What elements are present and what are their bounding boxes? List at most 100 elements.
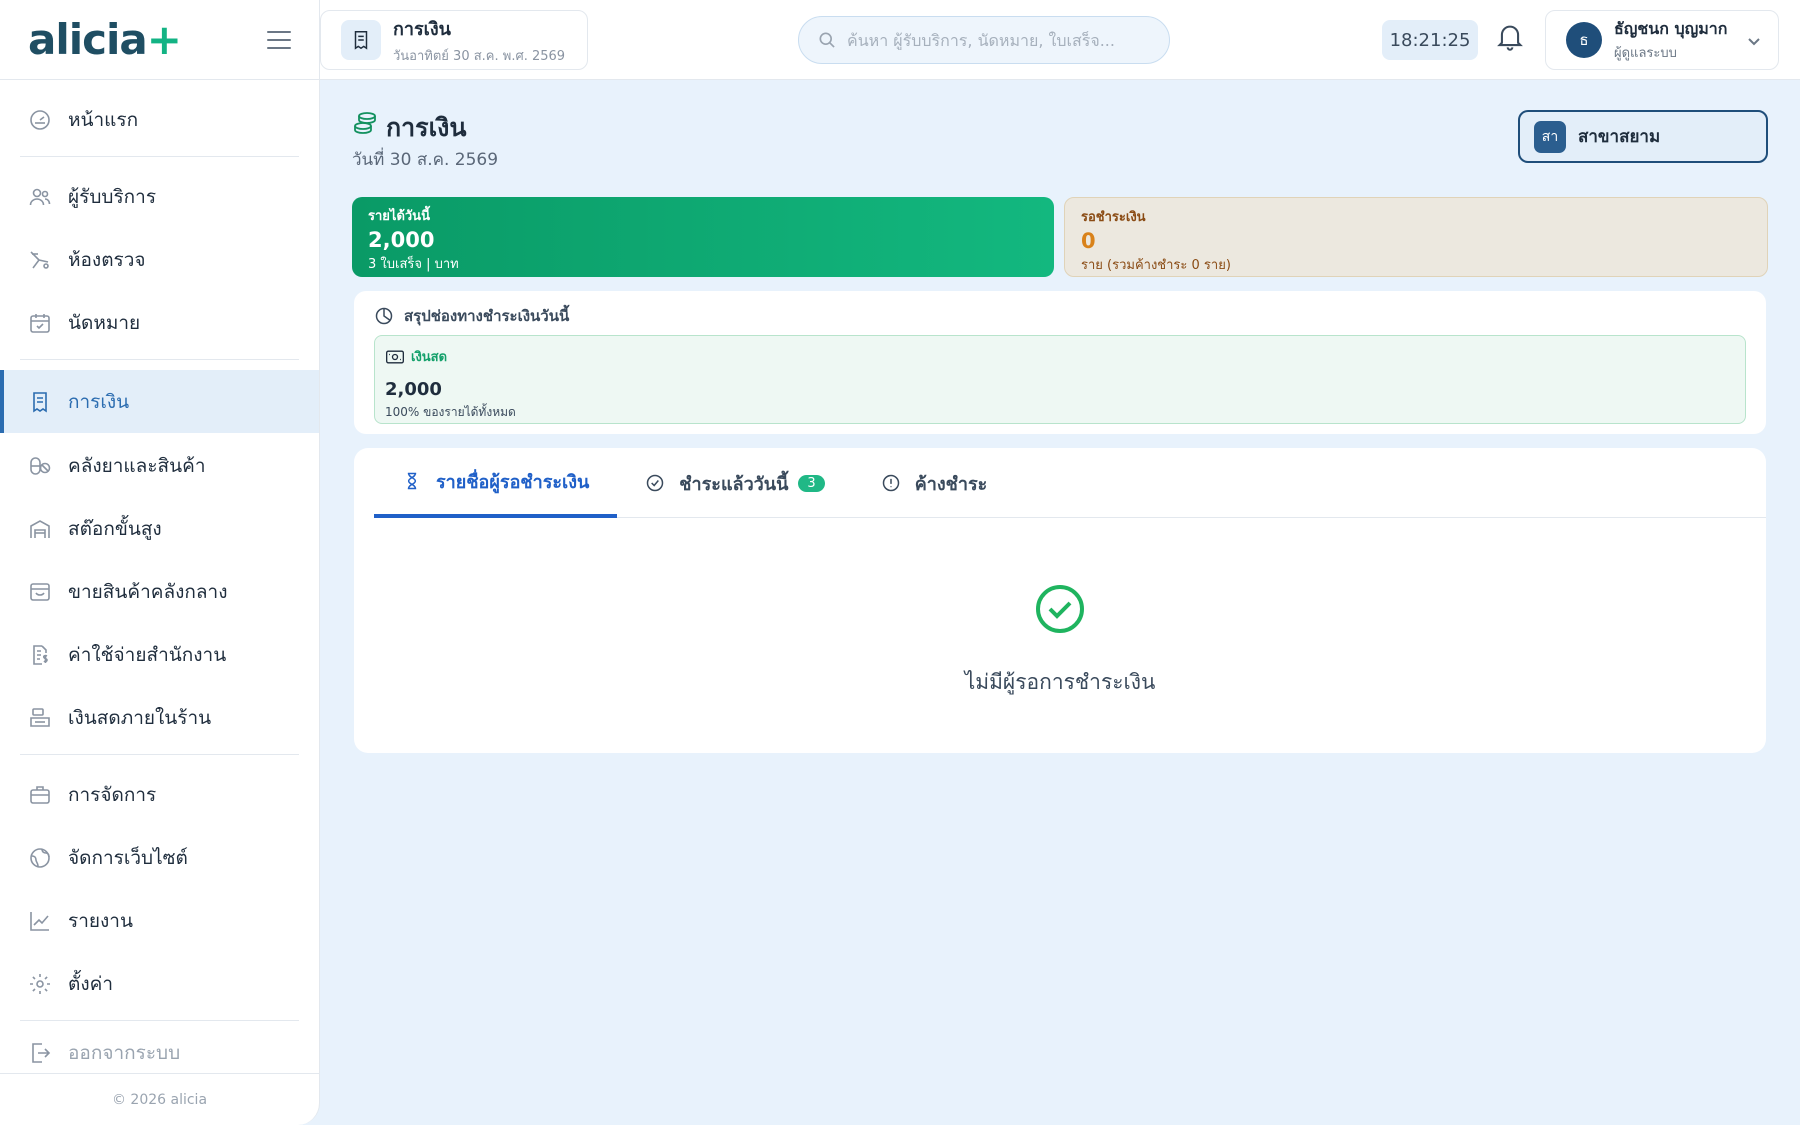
sidebar-item-label: การจัดการ [68, 784, 157, 806]
payment-tabs-card: รายชื่อผู้รอชำระเงิน ชำระแล้ววันนี้ 3 ค้… [354, 448, 1766, 753]
divider [20, 754, 299, 755]
sidebar-item-home[interactable]: หน้าแรก [0, 90, 319, 150]
income-sub: 3 ใบเสร็จ | บาท [368, 257, 459, 272]
copyright: © 2026 alicia [0, 1073, 319, 1125]
expense-icon [28, 643, 52, 667]
sidebar-item-logout[interactable]: ออกจากระบบ [0, 1031, 319, 1075]
sidebar-item-office-expenses[interactable]: ค่าใช้จ่ายสำนักงาน [0, 625, 319, 685]
check-circle-icon [1034, 583, 1086, 635]
warehouse-icon [28, 517, 52, 541]
tab-label: รายชื่อผู้รอชำระเงิน [436, 471, 590, 493]
receipt-icon [28, 390, 52, 414]
hourglass-icon [407, 472, 417, 490]
tab-paid-today[interactable]: ชำระแล้ววันนี้ 3 [617, 448, 852, 518]
topbar: การเงิน วันอาทิตย์ 30 ส.ค. พ.ศ. 2569 18:… [320, 0, 1800, 80]
globe-icon [28, 846, 52, 870]
sidebar-item-label: ห้องตรวจ [68, 249, 146, 271]
logout-icon [28, 1041, 52, 1065]
cash-register-icon [28, 706, 52, 730]
sidebar-item-clients[interactable]: ผู้รับบริการ [0, 167, 319, 227]
tab-waiting-payment[interactable]: รายชื่อผู้รอชำระเงิน [374, 448, 618, 518]
user-menu[interactable]: ธ ธัญชนก บุญมาก ผู้ดูแลระบบ [1545, 10, 1779, 70]
sidebar-item-label: การเงิน [68, 390, 130, 413]
avatar: ธ [1566, 22, 1602, 58]
sidebar-item-settings[interactable]: ตั้งค่า [0, 954, 319, 1014]
sidebar-item-label: ตั้งค่า [68, 973, 113, 995]
store-icon [28, 580, 52, 604]
page-title: การเงิน [386, 113, 467, 142]
sidebar-item-inventory[interactable]: คลังยาและสินค้า [0, 436, 319, 496]
cash-channel-box: เงินสด 2,000 100% ของรายได้ทั้งหมด [374, 335, 1746, 424]
tab-label: ค้างชำระ [914, 473, 988, 495]
pie-icon [375, 307, 393, 325]
pending-value: 0 [1081, 229, 1096, 253]
chart-icon [28, 909, 52, 933]
logo[interactable]: alicia+ [28, 15, 182, 64]
user-role: ผู้ดูแลระบบ [1614, 46, 1677, 61]
income-value: 2,000 [368, 228, 435, 252]
user-name: ธัญชนก บุญมาก [1614, 19, 1728, 38]
summary-title: สรุปช่องทางชำระเงินวันนี้ [404, 307, 570, 325]
sidebar-item-label: หน้าแรก [68, 109, 139, 131]
sidebar-item-exam-room[interactable]: ห้องตรวจ [0, 230, 319, 290]
sidebar-item-label: ผู้รับบริการ [68, 186, 157, 208]
pills-icon [28, 454, 52, 478]
sidebar-item-advanced-stock[interactable]: สต๊อกขั้นสูง [0, 499, 319, 559]
income-label: รายได้วันนี้ [368, 209, 430, 224]
logo-row: alicia+ [0, 0, 319, 80]
branch-selector[interactable]: สา สาขาสยาม [1518, 110, 1768, 163]
banknote-icon [386, 350, 404, 363]
sidebar-item-label: ขายสินค้าคลังกลาง [68, 581, 228, 603]
sidebar: alicia+ หน้าแรก ผู้รับบริการ ห้องตรวจ นั… [0, 0, 320, 1125]
briefcase-icon [28, 783, 52, 807]
divider [20, 1020, 299, 1021]
cash-sub: 100% ของรายได้ทั้งหมด [385, 405, 516, 419]
clock: 18:21:25 [1382, 20, 1478, 60]
alert-circle-icon [882, 474, 899, 492]
sidebar-item-label: ออกจากระบบ [68, 1042, 181, 1064]
search-input[interactable] [847, 30, 1147, 50]
menu-toggle-icon[interactable] [267, 30, 291, 49]
sidebar-item-label: นัดหมาย [68, 312, 141, 334]
page-date: วันที่ 30 ส.ค. 2569 [352, 150, 499, 170]
sidebar-nav: หน้าแรก ผู้รับบริการ ห้องตรวจ นัดหมาย กา… [0, 80, 319, 1075]
cash-label: เงินสด [411, 350, 448, 365]
pending-sub: ราย (รวมค้างชำระ 0 ราย) [1081, 258, 1231, 273]
cash-value: 2,000 [385, 379, 442, 400]
tabs: รายชื่อผู้รอชำระเงิน ชำระแล้ววันนี้ 3 ค้… [374, 448, 1766, 518]
pending-payment-card: รอชำระเงิน 0 ราย (รวมค้างชำระ 0 ราย) [1064, 197, 1768, 277]
sidebar-item-label: สต๊อกขั้นสูง [68, 518, 162, 540]
income-today-card: รายได้วันนี้ 2,000 3 ใบเสร็จ | บาท [352, 197, 1054, 277]
users-icon [28, 185, 52, 209]
receipt-icon [341, 20, 381, 60]
branch-label: สาขาสยาม [1578, 127, 1661, 147]
sidebar-item-finance[interactable]: การเงิน [0, 370, 319, 433]
sidebar-item-central-sales[interactable]: ขายสินค้าคลังกลาง [0, 562, 319, 622]
stethoscope-icon [28, 248, 52, 272]
coins-icon [352, 110, 378, 136]
sidebar-item-label: รายงาน [68, 910, 133, 932]
sidebar-item-website[interactable]: จัดการเว็บไซต์ [0, 828, 319, 888]
sidebar-item-management[interactable]: การจัดการ [0, 765, 319, 825]
check-circle-icon [647, 474, 664, 492]
tab-label: ชำระแล้ววันนี้ [679, 473, 789, 495]
search-bar[interactable] [798, 16, 1170, 64]
summary-heading: สรุปช่องทางชำระเงินวันนี้ [374, 304, 569, 328]
cash-heading: เงินสด [385, 346, 1735, 367]
empty-state-text: ไม่มีผู้รอการชำระเงิน [964, 670, 1156, 694]
sidebar-item-appointments[interactable]: นัดหมาย [0, 293, 319, 353]
divider [20, 359, 299, 360]
calendar-icon [28, 311, 52, 335]
chip-title: การเงิน [393, 19, 451, 40]
bell-icon[interactable] [1496, 22, 1524, 54]
pending-label: รอชำระเงิน [1081, 210, 1146, 225]
gauge-icon [28, 108, 52, 132]
tab-overdue[interactable]: ค้างชำระ [853, 448, 1016, 518]
sidebar-item-petty-cash[interactable]: เงินสดภายในร้าน [0, 688, 319, 748]
gear-icon [28, 972, 52, 996]
sidebar-item-label: เงินสดภายในร้าน [68, 707, 212, 729]
chip-subtitle: วันอาทิตย์ 30 ส.ค. พ.ศ. 2569 [393, 49, 566, 64]
payment-channel-summary: สรุปช่องทางชำระเงินวันนี้ เงินสด 2,000 1… [354, 291, 1766, 434]
sidebar-item-label: จัดการเว็บไซต์ [68, 847, 188, 869]
sidebar-item-reports[interactable]: รายงาน [0, 891, 319, 951]
